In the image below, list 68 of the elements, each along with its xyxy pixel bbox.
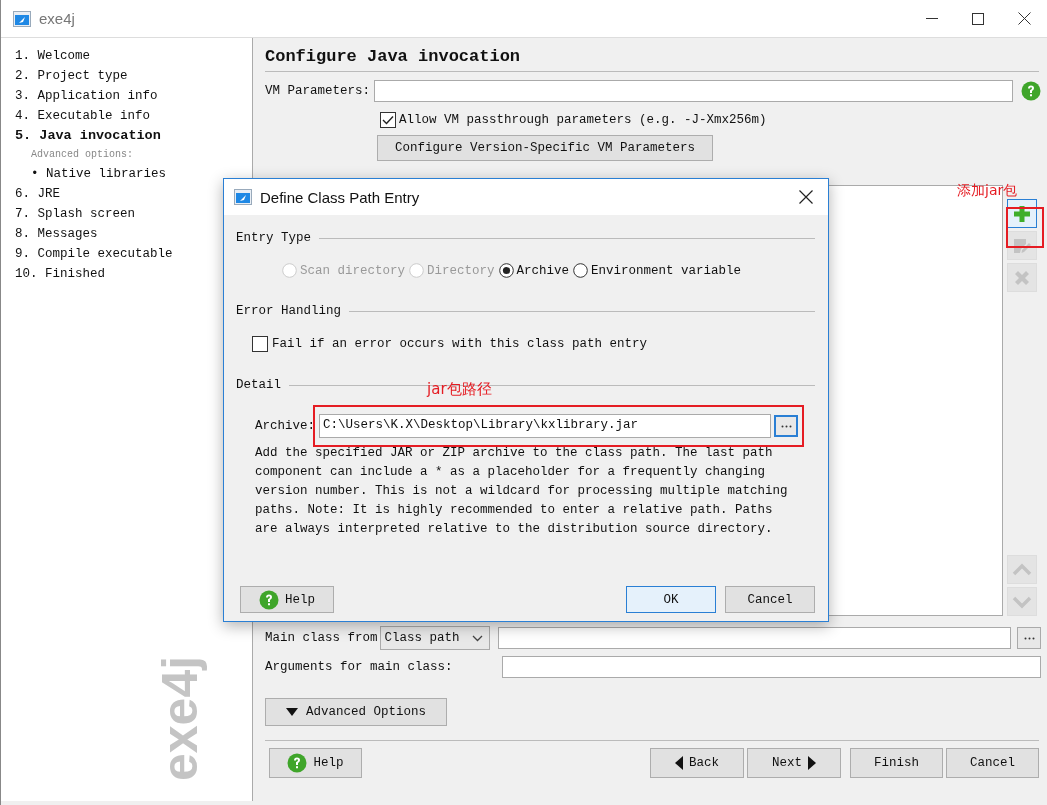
triangle-left-icon	[675, 756, 683, 770]
page-title: Configure Java invocation	[265, 47, 522, 68]
checkbox[interactable]	[380, 112, 396, 128]
help-button[interactable]: Help	[240, 586, 334, 613]
cross-icon	[1013, 268, 1031, 287]
field-label: Main class from	[265, 631, 378, 645]
section-heading: Entry Type	[236, 231, 311, 245]
next-button[interactable]: Next	[747, 748, 841, 778]
sidebar-logo: exe4j	[151, 655, 209, 781]
annotation-label: 添加jar包	[957, 182, 1018, 200]
main-class-field[interactable]	[497, 627, 1011, 649]
field-label: VM Parameters:	[265, 84, 371, 98]
checkbox[interactable]	[252, 336, 268, 352]
help-icon	[259, 589, 279, 610]
minimize-icon[interactable]	[926, 17, 938, 20]
close-icon[interactable]	[1018, 12, 1031, 25]
ellipsis-icon	[780, 424, 792, 428]
sidebar-item[interactable]: • Native libraries	[15, 164, 252, 184]
triangle-right-icon	[808, 756, 816, 770]
radio-icon	[573, 263, 589, 278]
maximize-icon[interactable]	[972, 12, 984, 25]
window-title: exe4j	[39, 10, 75, 27]
annotation-label: jar包路径	[427, 380, 492, 399]
vm-parameters-field[interactable]	[374, 80, 1013, 102]
chevron-down-icon	[1012, 594, 1032, 609]
version-parameters-button[interactable]: Configure Version-Specific VM Parameters	[377, 135, 714, 161]
sidebar-item[interactable]: 1. Welcome	[15, 46, 252, 66]
field-label: Archive:	[255, 419, 315, 433]
browse-button[interactable]	[1017, 627, 1041, 649]
sidebar-item[interactable]: 2. Project type	[15, 66, 252, 86]
dialog-title: Define Class Path Entry	[260, 188, 420, 206]
cancel-button[interactable]: Cancel	[725, 586, 815, 613]
ok-button[interactable]: OK	[626, 586, 716, 613]
archive-path-field[interactable]: C:\Users\K.X\Desktop\Library\kxlibrary.jar	[319, 414, 771, 438]
radio-icon	[498, 263, 514, 278]
chevron-up-icon	[1012, 562, 1032, 577]
help-button[interactable]: Help	[269, 748, 362, 778]
checkbox-label: Allow VM passthrough parameters (e.g. -J-Xmx256m)	[399, 113, 767, 127]
checkbox-label: Fail if an error occurs with this class path entry	[272, 337, 648, 351]
radio-icon	[282, 263, 297, 278]
radio-icon	[409, 263, 425, 278]
highlight-frame	[1006, 207, 1044, 248]
back-button[interactable]: Back	[650, 748, 744, 778]
triangle-down-icon	[286, 708, 298, 716]
main-class-source-dropdown[interactable]: Class path	[379, 626, 490, 650]
close-icon[interactable]	[799, 190, 813, 204]
app-icon	[234, 189, 252, 205]
browse-button[interactable]	[774, 415, 798, 437]
caret-icon	[471, 634, 483, 642]
app-icon	[13, 10, 31, 27]
sidebar-item[interactable]: 4. Executable info	[15, 106, 252, 126]
sidebar-heading: Advanced options:	[30, 148, 135, 162]
advanced-options-button[interactable]: Advanced Options	[265, 698, 448, 726]
ellipsis-icon	[1023, 636, 1035, 640]
plus-icon	[1013, 204, 1031, 223]
cancel-button[interactable]: Cancel	[946, 748, 1039, 778]
section-heading: Detail	[236, 378, 281, 392]
sidebar-item[interactable]: 5. Java invocation	[15, 126, 252, 146]
help-icon	[287, 753, 308, 773]
radio-option[interactable]: Archive	[498, 263, 570, 278]
finish-button[interactable]: Finish	[850, 748, 943, 778]
arguments-field[interactable]	[502, 656, 1041, 678]
help-icon[interactable]	[1021, 81, 1041, 101]
description-text: Add the specified JAR or ZIP archive to the class path. The last path component can include a * as a placeholder for a frequently changing version number. This is not a wildcard for processing multiple matching paths. Note: It is highly recommended to enter a relative path. Paths are always interpreted relative to the distribution source directory.	[255, 445, 789, 538]
section-heading: Error Handling	[236, 304, 342, 318]
field-label: Arguments for main class:	[265, 660, 454, 674]
sidebar-item[interactable]: 3. Application info	[15, 86, 252, 106]
radio-option[interactable]: Environment variable	[573, 263, 742, 278]
